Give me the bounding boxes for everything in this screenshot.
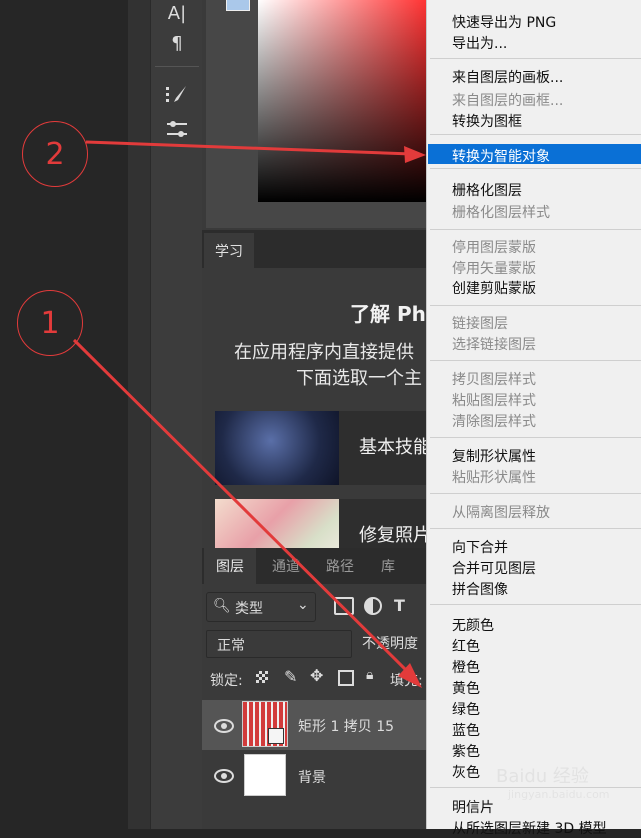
arrow-2-line [85,140,413,156]
annotation-step-1-label: 1 [40,305,60,341]
arrow-2-head [404,146,426,163]
annotation-step-1: 1 [17,290,83,356]
arrow-1-line [72,338,414,678]
annotation-step-2: 2 [22,121,88,187]
watermark: Baidu 经验 [496,766,589,787]
annotation-arrows [72,140,426,688]
watermark-url: jingyan.baidu.com [508,788,610,801]
annotation-step-2-label: 2 [45,136,65,172]
